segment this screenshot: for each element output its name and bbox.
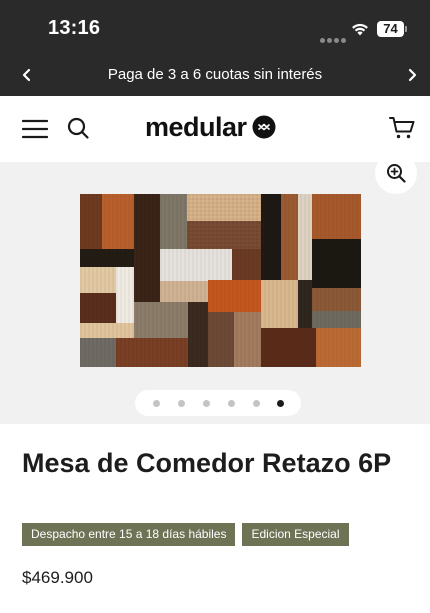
brand-name: medular — [145, 111, 247, 142]
product-price: $469.900 — [22, 568, 93, 587]
gallery-dot-active[interactable] — [277, 400, 284, 407]
product-badges: Despacho entre 15 a 18 días hábiles Edic… — [22, 523, 349, 546]
promo-text: Paga de 3 a 6 cuotas sin interés — [107, 66, 323, 83]
promo-bar: Paga de 3 a 6 cuotas sin interés — [0, 56, 430, 96]
status-time: 13:16 — [48, 17, 101, 39]
brand-logo[interactable]: medular — [145, 110, 276, 144]
status-bar: 13:16 74 — [0, 0, 430, 56]
gallery-dot[interactable] — [253, 400, 260, 407]
cart-icon[interactable] — [389, 116, 415, 140]
battery-tip — [405, 26, 407, 32]
gallery-dot[interactable] — [178, 400, 185, 407]
product-image[interactable] — [80, 194, 361, 367]
shipping-badge: Despacho entre 15 a 18 días hábiles — [22, 523, 236, 546]
site-header: medular — [0, 96, 430, 162]
battery-icon: 74 — [377, 21, 404, 37]
search-icon[interactable] — [66, 116, 90, 140]
gallery-dot[interactable] — [228, 400, 235, 407]
signal-icon — [320, 30, 348, 48]
product-gallery[interactable] — [0, 152, 430, 424]
gallery-dot[interactable] — [203, 400, 210, 407]
infinity-logo-icon — [252, 115, 276, 139]
wifi-icon — [352, 23, 368, 36]
zoom-in-icon — [387, 164, 406, 183]
gallery-dot[interactable] — [153, 400, 160, 407]
zoom-button[interactable] — [375, 152, 417, 194]
special-edition-badge: Edicion Especial — [242, 523, 349, 546]
chevron-right-icon[interactable] — [402, 65, 422, 85]
menu-icon[interactable] — [22, 118, 48, 140]
product-title: Mesa de Comedor Retazo 6P — [22, 448, 392, 478]
gallery-pagination — [135, 390, 301, 416]
